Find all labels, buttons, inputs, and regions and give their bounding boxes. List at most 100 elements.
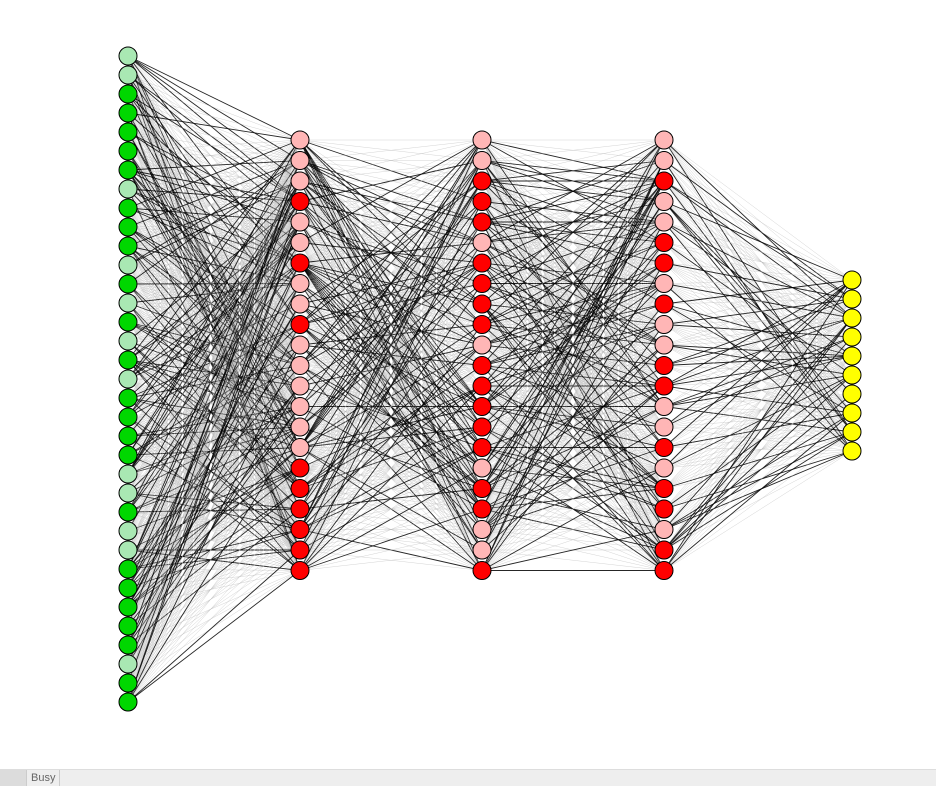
input-node-31 [119,636,137,654]
hidden2-node-9 [473,316,491,334]
input-node-8 [119,199,137,217]
input-node-3 [119,104,137,122]
hidden3-node-4 [655,213,673,231]
hidden1-node-6 [291,254,309,272]
hidden2-node-0 [473,131,491,149]
input-node-24 [119,503,137,521]
input-node-30 [119,617,137,635]
input-node-1 [119,66,137,84]
input-node-32 [119,655,137,673]
status-text: Busy [31,772,55,784]
hidden2-node-4 [473,213,491,231]
hidden2-node-16 [473,459,491,477]
hidden2-node-19 [473,521,491,539]
network-diagram [0,0,936,770]
hidden2-node-6 [473,254,491,272]
hidden1-node-17 [291,480,309,498]
hidden2-node-17 [473,480,491,498]
output-node-2 [843,309,861,327]
hidden2-node-20 [473,541,491,559]
output-node-6 [843,385,861,403]
hidden3-node-1 [655,152,673,170]
input-node-22 [119,465,137,483]
input-node-4 [119,123,137,141]
hidden3-node-14 [655,418,673,436]
hidden3-node-12 [655,377,673,395]
output-node-9 [843,442,861,460]
hidden1-node-7 [291,275,309,293]
hidden1-node-8 [291,295,309,313]
input-node-11 [119,256,137,274]
hidden1-node-21 [291,562,309,580]
status-bar: Busy [0,769,936,786]
hidden2-node-7 [473,275,491,293]
hidden3-node-18 [655,500,673,518]
hidden1-node-9 [291,316,309,334]
hidden3-node-9 [655,316,673,334]
hidden2-node-2 [473,172,491,190]
status-segment-busy: Busy [27,770,60,786]
input-node-33 [119,674,137,692]
hidden1-node-3 [291,193,309,211]
hidden1-node-15 [291,439,309,457]
hidden3-node-2 [655,172,673,190]
hidden1-node-18 [291,500,309,518]
input-node-34 [119,693,137,711]
hidden1-node-19 [291,521,309,539]
hidden2-node-8 [473,295,491,313]
hidden1-node-14 [291,418,309,436]
input-node-18 [119,389,137,407]
hidden3-node-6 [655,254,673,272]
input-node-2 [119,85,137,103]
hidden2-node-14 [473,418,491,436]
hidden1-node-1 [291,152,309,170]
output-node-4 [843,347,861,365]
hidden2-node-10 [473,336,491,354]
hidden3-node-7 [655,275,673,293]
hidden2-node-18 [473,500,491,518]
input-node-27 [119,560,137,578]
hidden3-node-21 [655,562,673,580]
input-node-7 [119,180,137,198]
output-node-3 [843,328,861,346]
input-node-13 [119,294,137,312]
input-node-25 [119,522,137,540]
hidden3-node-19 [655,521,673,539]
hidden3-node-20 [655,541,673,559]
hidden3-node-0 [655,131,673,149]
output-node-1 [843,290,861,308]
hidden3-node-3 [655,193,673,211]
hidden2-node-3 [473,193,491,211]
input-node-23 [119,484,137,502]
input-node-15 [119,332,137,350]
edges-group [128,56,852,702]
input-node-10 [119,237,137,255]
hidden2-node-13 [473,398,491,416]
hidden3-node-8 [655,295,673,313]
hidden1-node-12 [291,377,309,395]
hidden2-node-21 [473,562,491,580]
hidden2-node-11 [473,357,491,375]
hidden1-node-13 [291,398,309,416]
input-node-0 [119,47,137,65]
hidden3-node-17 [655,480,673,498]
output-node-0 [843,271,861,289]
hidden2-node-5 [473,234,491,252]
input-node-12 [119,275,137,293]
input-node-16 [119,351,137,369]
hidden1-node-11 [291,357,309,375]
hidden1-node-16 [291,459,309,477]
input-node-19 [119,408,137,426]
input-node-28 [119,579,137,597]
hidden1-node-4 [291,213,309,231]
hidden1-node-0 [291,131,309,149]
input-node-29 [119,598,137,616]
hidden3-node-15 [655,439,673,457]
input-node-17 [119,370,137,388]
hidden2-node-12 [473,377,491,395]
input-node-6 [119,161,137,179]
output-node-8 [843,423,861,441]
hidden3-node-16 [655,459,673,477]
hidden3-node-13 [655,398,673,416]
input-node-20 [119,427,137,445]
